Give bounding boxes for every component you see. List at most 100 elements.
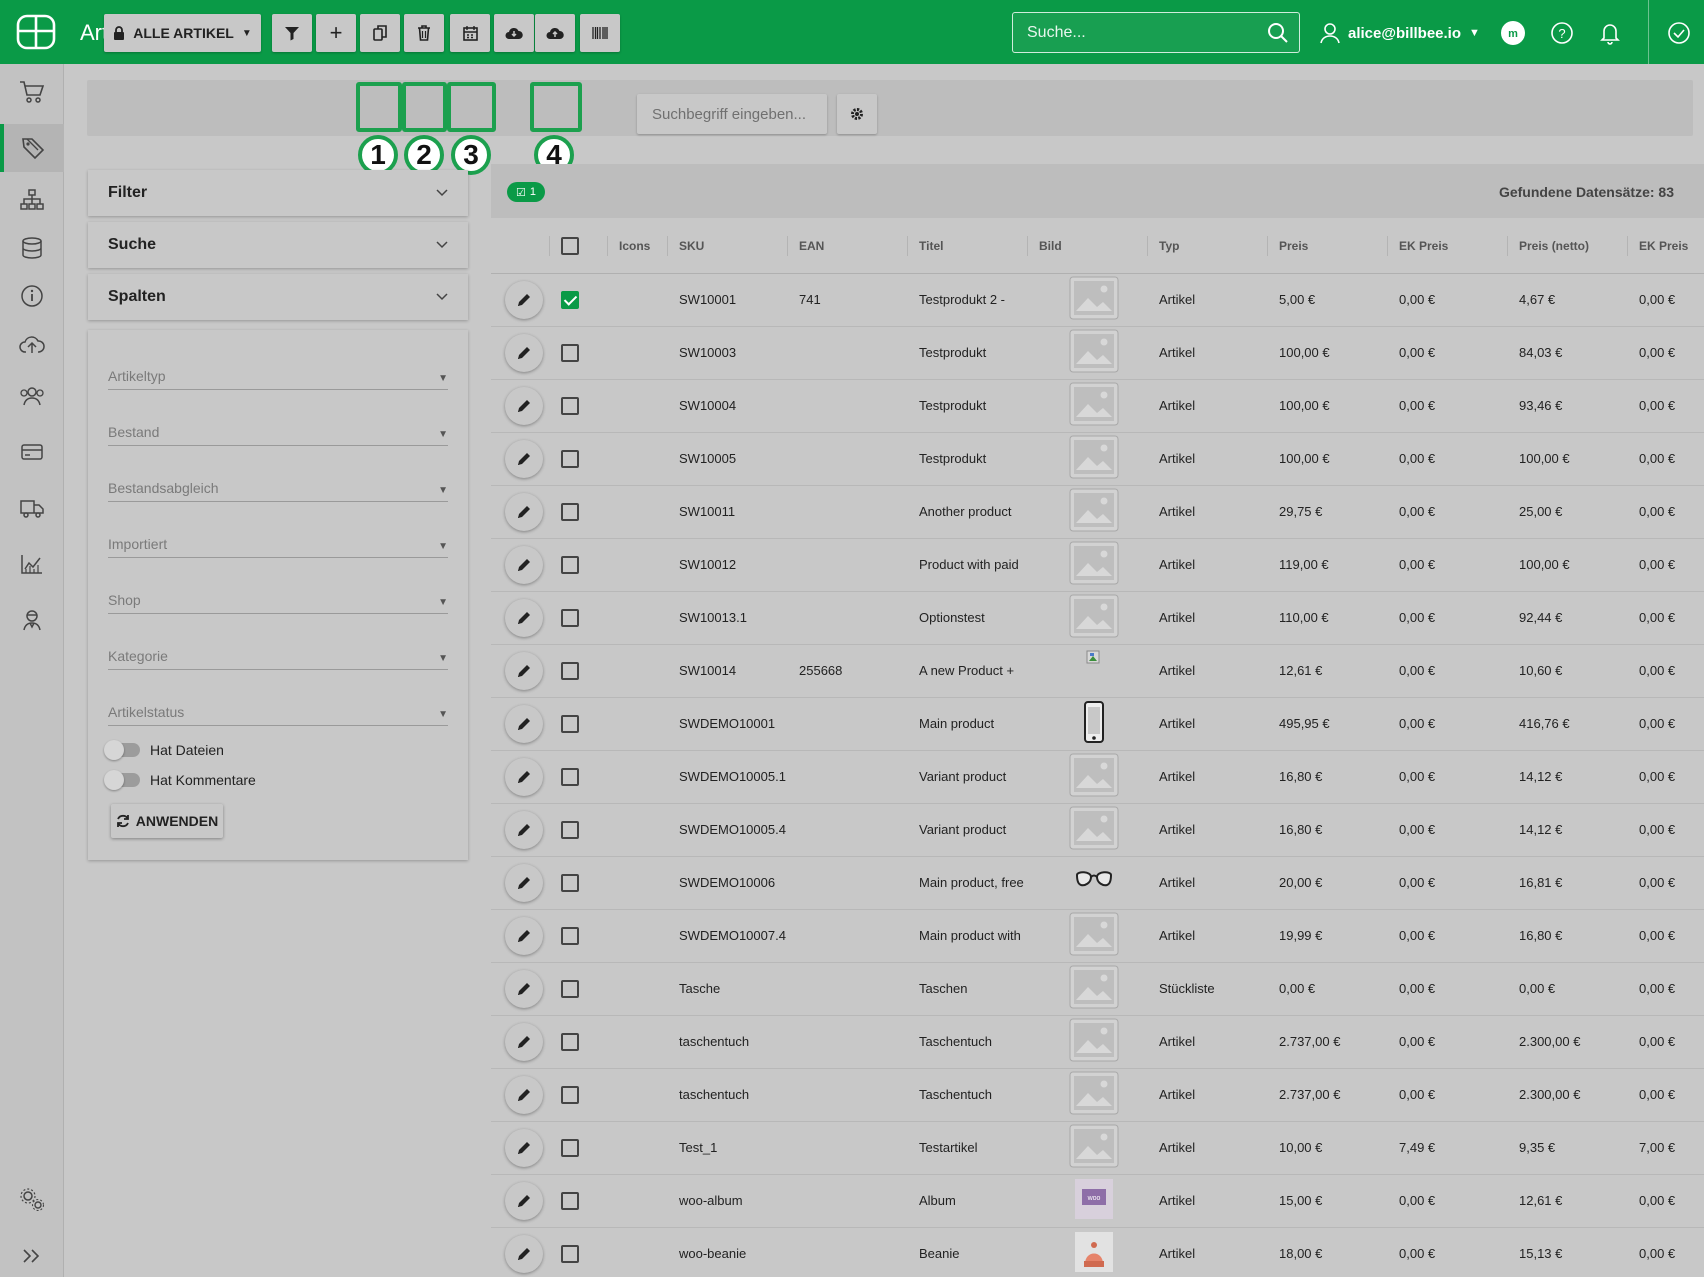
global-search-input[interactable]: [1013, 13, 1253, 52]
edit-button[interactable]: [505, 492, 543, 531]
header-sku[interactable]: SKU: [667, 219, 787, 274]
row-checkbox[interactable]: [561, 608, 579, 627]
select-bestandsabgleich[interactable]: Bestandsabgleich ▼: [108, 468, 448, 502]
table-row[interactable]: SW10012 Product with paid Artikel 119,00 €0…: [491, 538, 1704, 592]
row-checkbox[interactable]: [561, 502, 579, 521]
table-row[interactable]: SW10014 255668 A new Product + Artikel 12,61…: [491, 644, 1704, 698]
row-checkbox[interactable]: [561, 926, 579, 945]
all-articles-dropdown[interactable]: ALLE ARTIKEL ▼: [104, 14, 261, 52]
row-checkbox[interactable]: [561, 396, 579, 415]
sidebar-item-articles[interactable]: [0, 124, 64, 172]
filter-button[interactable]: [272, 14, 312, 52]
select-artikelstatus[interactable]: Artikelstatus ▼: [108, 692, 448, 726]
edit-button[interactable]: [505, 1075, 543, 1114]
sidebar-item-shipping[interactable]: [0, 484, 64, 532]
mm-badge-icon[interactable]: m: [1500, 20, 1526, 46]
toggle-switch[interactable]: [104, 740, 140, 760]
select-importiert[interactable]: Importiert ▼: [108, 524, 448, 558]
search-icon[interactable]: [1267, 22, 1289, 44]
apply-filter-button[interactable]: ANWENDEN: [111, 804, 223, 838]
help-icon[interactable]: ?: [1549, 20, 1575, 46]
header-image[interactable]: Bild: [1027, 219, 1147, 274]
header-price-net[interactable]: Preis (netto): [1507, 219, 1627, 274]
table-settings-button[interactable]: [837, 94, 877, 134]
table-row[interactable]: SWDEMO10005.1 Variant product Artikel 16,80…: [491, 750, 1704, 804]
table-row[interactable]: SWDEMO10005.4 Variant product Artikel 16,80…: [491, 803, 1704, 857]
table-row[interactable]: SWDEMO10007.4 Main product with Artikel 19,…: [491, 909, 1704, 963]
edit-button[interactable]: [505, 704, 543, 743]
edit-button[interactable]: [505, 598, 543, 637]
edit-button[interactable]: [505, 969, 543, 1008]
table-row[interactable]: Tasche Taschen Stückliste 0,00 €0,00 €0,00 …: [491, 962, 1704, 1016]
bell-icon[interactable]: [1597, 20, 1623, 46]
table-row[interactable]: SW10005 Testprodukt Artikel 100,00 €0,00 €1…: [491, 432, 1704, 486]
edit-button[interactable]: [505, 1234, 543, 1273]
edit-button[interactable]: [505, 439, 543, 478]
row-checkbox[interactable]: [561, 1032, 579, 1051]
stock-calendar-button[interactable]: [450, 14, 490, 52]
edit-button[interactable]: [505, 1181, 543, 1220]
sidebar-item-orders[interactable]: [0, 68, 64, 116]
sidebar-item-stock[interactable]: [0, 224, 64, 272]
check-circle-icon[interactable]: [1666, 20, 1692, 46]
add-article-button[interactable]: +: [316, 14, 356, 52]
sidebar-item-info[interactable]: [0, 272, 64, 320]
table-row[interactable]: Test_1 Testartikel Artikel 10,00 €7,49 €9,3…: [491, 1121, 1704, 1175]
row-checkbox[interactable]: [561, 1244, 579, 1263]
select-artikeltyp[interactable]: Artikeltyp ▼: [108, 356, 448, 390]
table-row[interactable]: SW10001 741 Testprodukt 2 - Artikel 5,00 €0,…: [491, 273, 1704, 327]
sidebar-item-customers[interactable]: [0, 372, 64, 420]
copy-article-button[interactable]: [360, 14, 400, 52]
edit-button[interactable]: [505, 757, 543, 796]
select-kategorie[interactable]: Kategorie ▼: [108, 636, 448, 670]
edit-button[interactable]: [505, 651, 543, 690]
row-checkbox[interactable]: [561, 1138, 579, 1157]
edit-button[interactable]: [505, 545, 543, 584]
sidebar-item-automation[interactable]: [0, 596, 64, 644]
user-menu[interactable]: alice@billbee.io ▼: [1320, 22, 1480, 44]
sidebar-item-payments[interactable]: [0, 428, 64, 476]
selection-badge[interactable]: ☑ 1: [507, 182, 545, 202]
search-panel-header[interactable]: Suche: [88, 222, 468, 268]
table-row[interactable]: SWDEMO10001 Main product Artikel 495,95 €0,…: [491, 697, 1704, 751]
row-checkbox[interactable]: [561, 343, 579, 362]
toggle-hat-dateien[interactable]: Hat Dateien: [104, 740, 224, 760]
toggle-switch[interactable]: [104, 770, 140, 790]
row-checkbox[interactable]: [561, 449, 579, 468]
row-checkbox[interactable]: [561, 290, 579, 309]
edit-button[interactable]: [505, 333, 543, 372]
columns-panel-header[interactable]: Spalten: [88, 274, 468, 320]
edit-button[interactable]: [505, 863, 543, 902]
header-price[interactable]: Preis: [1267, 219, 1387, 274]
header-title[interactable]: Titel: [907, 219, 1027, 274]
row-checkbox[interactable]: [561, 767, 579, 786]
row-checkbox[interactable]: [561, 820, 579, 839]
billbee-logo[interactable]: [16, 14, 56, 50]
article-search-input[interactable]: [637, 94, 827, 134]
row-checkbox[interactable]: [561, 1191, 579, 1210]
row-checkbox[interactable]: [561, 1085, 579, 1104]
filter-panel-header[interactable]: Filter: [88, 170, 468, 216]
edit-button[interactable]: [505, 280, 543, 319]
table-row[interactable]: SW10004 Testprodukt Artikel 100,00 €0,00 €9…: [491, 379, 1704, 433]
select-shop[interactable]: Shop ▼: [108, 580, 448, 614]
edit-button[interactable]: [505, 1022, 543, 1061]
header-icons[interactable]: Icons: [607, 219, 667, 274]
select-bestand[interactable]: Bestand ▼: [108, 412, 448, 446]
row-checkbox[interactable]: [561, 661, 579, 680]
select-all-checkbox[interactable]: [561, 236, 579, 255]
toggle-hat-kommentare[interactable]: Hat Kommentare: [104, 770, 256, 790]
table-row[interactable]: taschentuch Taschentuch Artikel 2.737,00 €0…: [491, 1015, 1704, 1069]
row-checkbox[interactable]: [561, 873, 579, 892]
sidebar-item-upload[interactable]: [0, 320, 64, 368]
table-row[interactable]: taschentuch Taschentuch Artikel 2.737,00 €0…: [491, 1068, 1704, 1122]
cloud-download-button[interactable]: [494, 14, 534, 52]
row-checkbox[interactable]: [561, 555, 579, 574]
edit-button[interactable]: [505, 1128, 543, 1167]
sidebar-expand-button[interactable]: [0, 1232, 64, 1277]
table-row[interactable]: SW10003 Testprodukt Artikel 100,00 €0,00 €8…: [491, 326, 1704, 380]
row-checkbox[interactable]: [561, 714, 579, 733]
cloud-upload-button[interactable]: [535, 14, 575, 52]
sidebar-item-reports[interactable]: [0, 540, 64, 588]
table-row[interactable]: SW10011 Another product Artikel 29,75 €0,00…: [491, 485, 1704, 539]
